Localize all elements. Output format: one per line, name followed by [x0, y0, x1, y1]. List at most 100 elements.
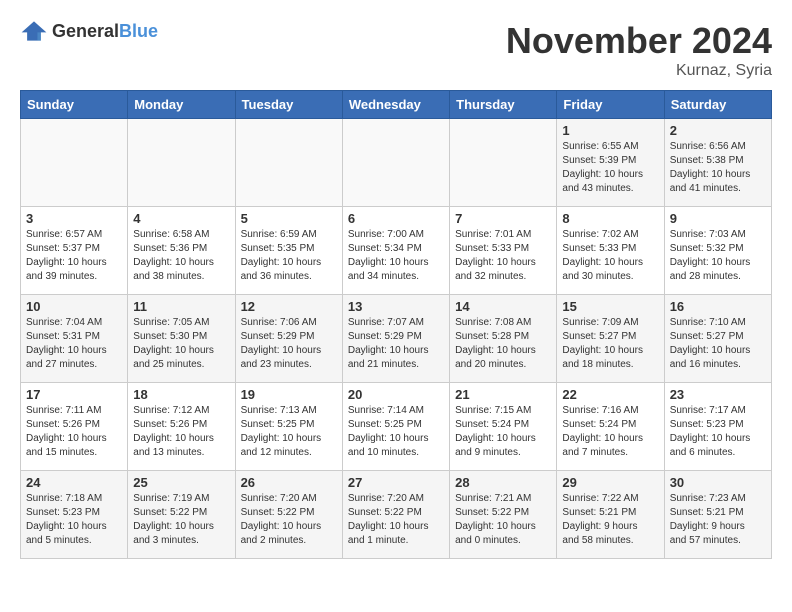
calendar-cell: 9Sunrise: 7:03 AM Sunset: 5:32 PM Daylig… [664, 207, 771, 295]
day-info: Sunrise: 7:20 AM Sunset: 5:22 PM Dayligh… [348, 492, 444, 548]
day-number: 29 [562, 475, 658, 490]
day-number: 3 [26, 211, 122, 226]
day-info: Sunrise: 7:07 AM Sunset: 5:29 PM Dayligh… [348, 316, 444, 372]
title-area: November 2024 Kurnaz, Syria [506, 20, 772, 80]
calendar-cell: 22Sunrise: 7:16 AM Sunset: 5:24 PM Dayli… [557, 383, 664, 471]
day-number: 25 [133, 475, 229, 490]
calendar-cell: 13Sunrise: 7:07 AM Sunset: 5:29 PM Dayli… [342, 295, 449, 383]
calendar-cell: 12Sunrise: 7:06 AM Sunset: 5:29 PM Dayli… [235, 295, 342, 383]
general-blue-icon [20, 20, 48, 42]
calendar-cell: 30 Sunrise: 7:23 AM Sunset: 5:21 PM Dayli… [664, 471, 771, 559]
calendar-cell: 8Sunrise: 7:02 AM Sunset: 5:33 PM Daylig… [557, 207, 664, 295]
day-info: Sunrise: 7:10 AM Sunset: 5:27 PM Dayligh… [670, 316, 766, 372]
calendar-cell: 27 Sunrise: 7:20 AM Sunset: 5:22 PM Dayli… [342, 471, 449, 559]
day-info: Sunrise: 6:57 AM Sunset: 5:37 PM Dayligh… [26, 228, 122, 284]
day-info: Sunrise: 7:04 AM Sunset: 5:31 PM Dayligh… [26, 316, 122, 372]
day-info: Sunrise: 7:20 AM Sunset: 5:22 PM Dayligh… [241, 492, 337, 548]
day-info: Sunrise: 7:09 AM Sunset: 5:27 PM Dayligh… [562, 316, 658, 372]
day-number: 14 [455, 299, 551, 314]
calendar-cell: 17 Sunrise: 7:11 AM Sunset: 5:26 PM Dayli… [21, 383, 128, 471]
day-number: 19 [241, 387, 337, 402]
day-number: 26 [241, 475, 337, 490]
calendar-cell: 21 Sunrise: 7:15 AM Sunset: 5:24 PM Dayli… [450, 383, 557, 471]
day-info: Sunrise: 7:12 AM Sunset: 5:26 PM Dayligh… [133, 404, 229, 460]
day-number: 28 [455, 475, 551, 490]
calendar-cell: 15 Sunrise: 7:09 AM Sunset: 5:27 PM Dayli… [557, 295, 664, 383]
day-info: Sunrise: 7:17 AM Sunset: 5:23 PM Dayligh… [670, 404, 766, 460]
day-number: 7 [455, 211, 551, 226]
day-info: Sunrise: 6:58 AM Sunset: 5:36 PM Dayligh… [133, 228, 229, 284]
col-sunday: Sunday [21, 91, 128, 119]
day-info: Sunrise: 6:55 AM Sunset: 5:39 PM Dayligh… [562, 140, 658, 196]
day-number: 4 [133, 211, 229, 226]
day-info: Sunrise: 6:59 AM Sunset: 5:35 PM Dayligh… [241, 228, 337, 284]
calendar-cell: 4 Sunrise: 6:58 AM Sunset: 5:36 PM Daylig… [128, 207, 235, 295]
week-row-4: 17 Sunrise: 7:11 AM Sunset: 5:26 PM Dayli… [21, 383, 772, 471]
calendar-cell: 10 Sunrise: 7:04 AM Sunset: 5:31 PM Dayli… [21, 295, 128, 383]
day-number: 21 [455, 387, 551, 402]
day-number: 8 [562, 211, 658, 226]
calendar-cell [235, 119, 342, 207]
calendar-cell: 24Sunrise: 7:18 AM Sunset: 5:23 PM Dayli… [21, 471, 128, 559]
calendar-cell [128, 119, 235, 207]
day-info: Sunrise: 7:03 AM Sunset: 5:32 PM Dayligh… [670, 228, 766, 284]
day-info: Sunrise: 7:19 AM Sunset: 5:22 PM Dayligh… [133, 492, 229, 548]
calendar-cell: 7 Sunrise: 7:01 AM Sunset: 5:33 PM Daylig… [450, 207, 557, 295]
calendar-cell: 20Sunrise: 7:14 AM Sunset: 5:25 PM Dayli… [342, 383, 449, 471]
day-number: 11 [133, 299, 229, 314]
col-friday: Friday [557, 91, 664, 119]
week-row-2: 3 Sunrise: 6:57 AM Sunset: 5:37 PM Daylig… [21, 207, 772, 295]
col-wednesday: Wednesday [342, 91, 449, 119]
day-info: Sunrise: 6:56 AM Sunset: 5:38 PM Dayligh… [670, 140, 766, 196]
day-number: 30 [670, 475, 766, 490]
day-number: 1 [562, 123, 658, 138]
col-tuesday: Tuesday [235, 91, 342, 119]
day-info: Sunrise: 7:00 AM Sunset: 5:34 PM Dayligh… [348, 228, 444, 284]
calendar-cell: 19Sunrise: 7:13 AM Sunset: 5:25 PM Dayli… [235, 383, 342, 471]
day-info: Sunrise: 7:08 AM Sunset: 5:28 PM Dayligh… [455, 316, 551, 372]
day-number: 15 [562, 299, 658, 314]
col-monday: Monday [128, 91, 235, 119]
day-info: Sunrise: 7:23 AM Sunset: 5:21 PM Dayligh… [670, 492, 766, 548]
logo-text: GeneralBlue [52, 21, 158, 42]
location-title: Kurnaz, Syria [506, 62, 772, 80]
day-info: Sunrise: 7:22 AM Sunset: 5:21 PM Dayligh… [562, 492, 658, 548]
week-row-1: 1 Sunrise: 6:55 AM Sunset: 5:39 PM Daylig… [21, 119, 772, 207]
day-info: Sunrise: 7:15 AM Sunset: 5:24 PM Dayligh… [455, 404, 551, 460]
day-number: 16 [670, 299, 766, 314]
day-number: 27 [348, 475, 444, 490]
day-number: 17 [26, 387, 122, 402]
calendar-cell: 28 Sunrise: 7:21 AM Sunset: 5:22 PM Dayli… [450, 471, 557, 559]
calendar-cell: 23Sunrise: 7:17 AM Sunset: 5:23 PM Dayli… [664, 383, 771, 471]
day-number: 2 [670, 123, 766, 138]
calendar-cell [342, 119, 449, 207]
day-number: 24 [26, 475, 122, 490]
day-number: 10 [26, 299, 122, 314]
calendar-cell: 3 Sunrise: 6:57 AM Sunset: 5:37 PM Daylig… [21, 207, 128, 295]
calendar-cell: 1 Sunrise: 6:55 AM Sunset: 5:39 PM Daylig… [557, 119, 664, 207]
calendar-cell: 2 Sunrise: 6:56 AM Sunset: 5:38 PM Daylig… [664, 119, 771, 207]
month-title: November 2024 [506, 20, 772, 62]
day-info: Sunrise: 7:16 AM Sunset: 5:24 PM Dayligh… [562, 404, 658, 460]
logo: GeneralBlue [20, 20, 158, 42]
day-info: Sunrise: 7:05 AM Sunset: 5:30 PM Dayligh… [133, 316, 229, 372]
day-info: Sunrise: 7:01 AM Sunset: 5:33 PM Dayligh… [455, 228, 551, 284]
day-number: 6 [348, 211, 444, 226]
calendar-cell: 29 Sunrise: 7:22 AM Sunset: 5:21 PM Dayli… [557, 471, 664, 559]
calendar-cell: 25 Sunrise: 7:19 AM Sunset: 5:22 PM Dayli… [128, 471, 235, 559]
week-row-3: 10 Sunrise: 7:04 AM Sunset: 5:31 PM Dayli… [21, 295, 772, 383]
calendar-cell: 5Sunrise: 6:59 AM Sunset: 5:35 PM Daylig… [235, 207, 342, 295]
calendar-cell: 18 Sunrise: 7:12 AM Sunset: 5:26 PM Dayli… [128, 383, 235, 471]
calendar-cell: 6 Sunrise: 7:00 AM Sunset: 5:34 PM Daylig… [342, 207, 449, 295]
calendar-cell: 26 Sunrise: 7:20 AM Sunset: 5:22 PM Dayli… [235, 471, 342, 559]
day-info: Sunrise: 7:21 AM Sunset: 5:22 PM Dayligh… [455, 492, 551, 548]
day-number: 20 [348, 387, 444, 402]
calendar-table: Sunday Monday Tuesday Wednesday Thursday… [20, 90, 772, 559]
calendar-cell [450, 119, 557, 207]
calendar-cell: 11 Sunrise: 7:05 AM Sunset: 5:30 PM Dayli… [128, 295, 235, 383]
day-number: 12 [241, 299, 337, 314]
day-number: 18 [133, 387, 229, 402]
day-info: Sunrise: 7:11 AM Sunset: 5:26 PM Dayligh… [26, 404, 122, 460]
week-row-5: 24Sunrise: 7:18 AM Sunset: 5:23 PM Dayli… [21, 471, 772, 559]
page-header: GeneralBlue November 2024 Kurnaz, Syria [20, 20, 772, 80]
